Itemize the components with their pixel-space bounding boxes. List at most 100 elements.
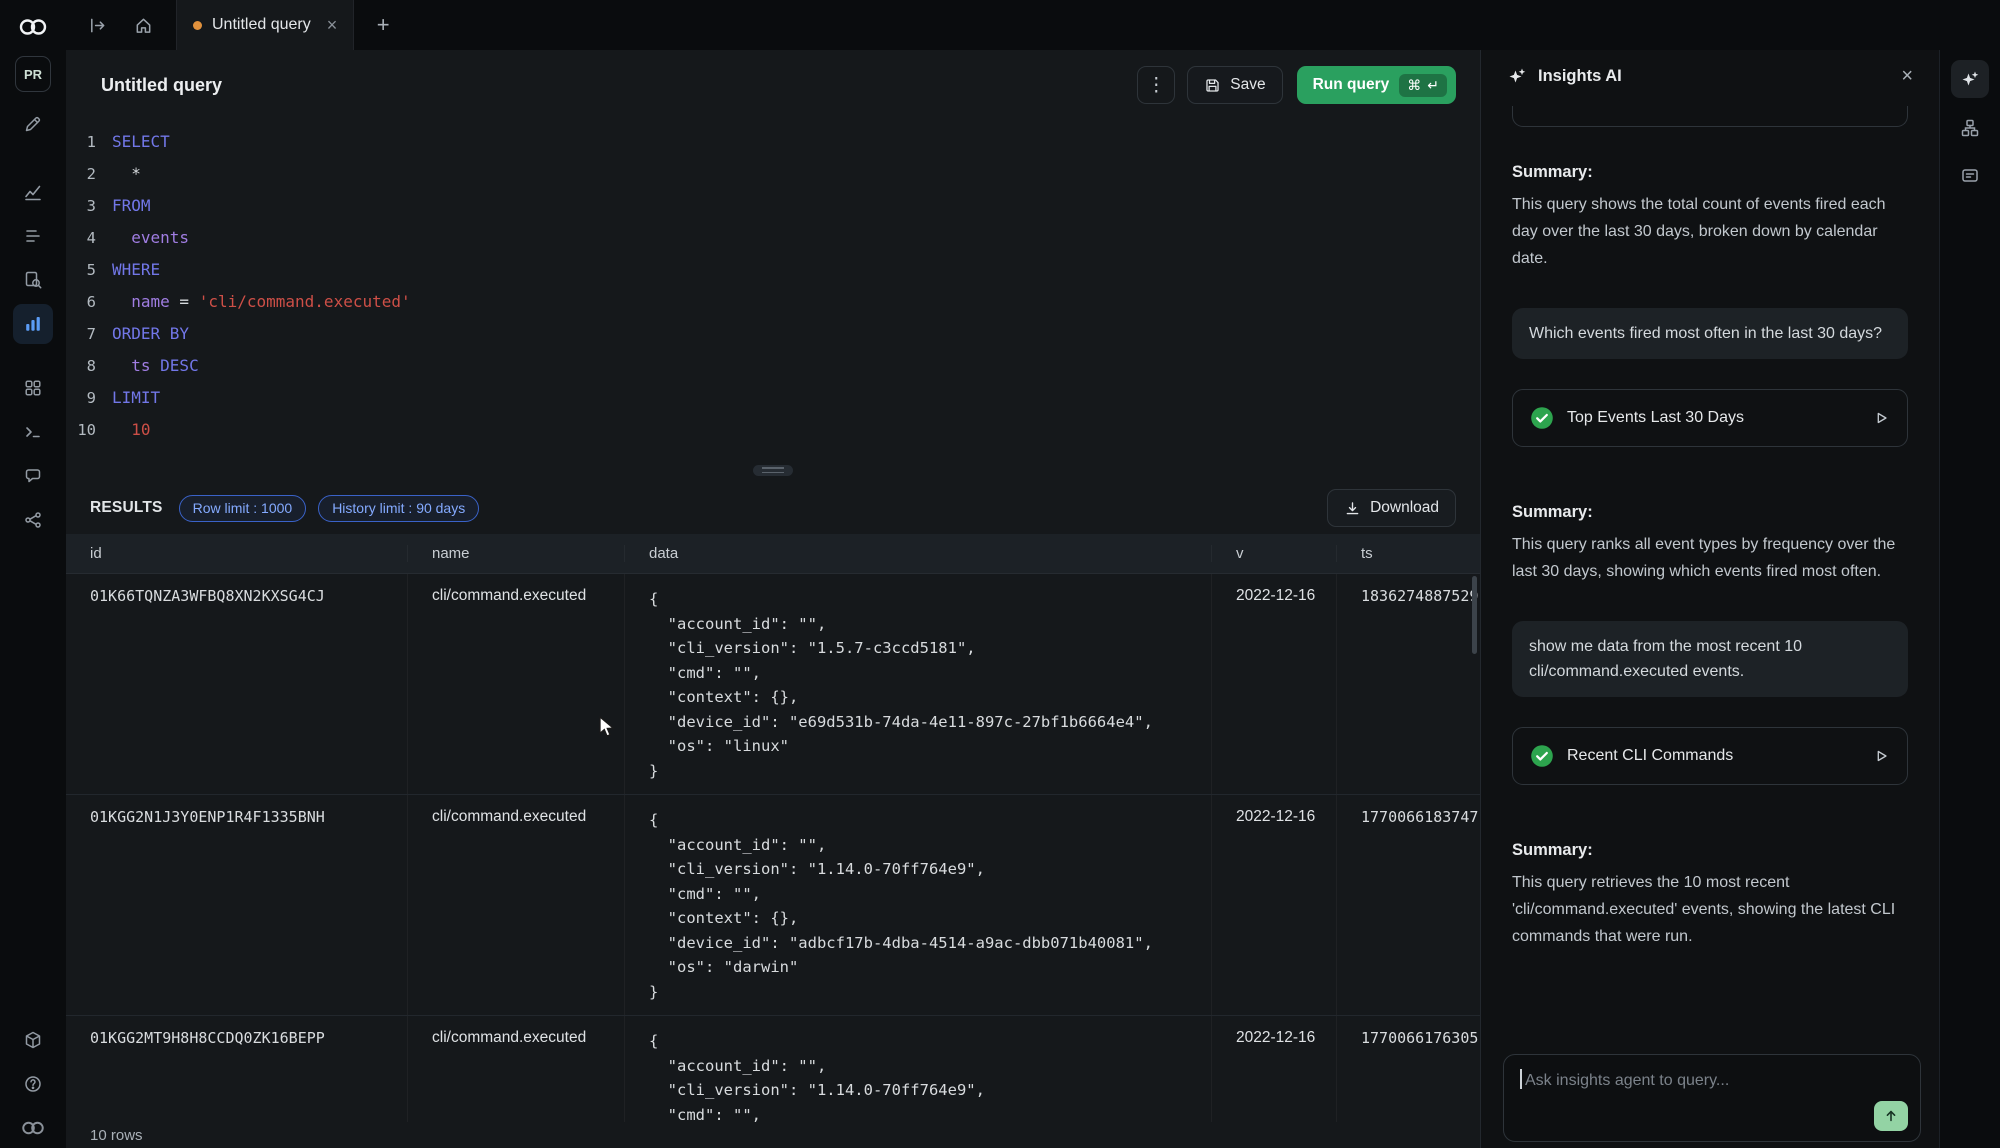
sql-string: 'cli/command.executed' — [199, 286, 411, 318]
project-badge[interactable]: PR — [15, 56, 51, 92]
code-line: 3FROM — [66, 190, 1480, 222]
column-header-ts[interactable]: ts — [1336, 545, 1480, 562]
insights-title: Insights AI — [1538, 67, 1622, 86]
code-line: 9LIMIT — [66, 382, 1480, 414]
tab-untitled-query[interactable]: Untitled query × — [176, 0, 354, 50]
user-message: show me data from the most recent 10 cli… — [1512, 621, 1908, 697]
app-window: PR — [0, 0, 2000, 1148]
cell-v: 2022-12-16 — [1211, 574, 1336, 794]
tab-close-icon[interactable]: × — [327, 16, 338, 34]
trend-chart-icon[interactable] — [13, 172, 53, 212]
sidebar-toggle-icon[interactable] — [74, 0, 120, 50]
sql-keyword: DESC — [151, 350, 199, 382]
more-options-icon[interactable]: ⋮ — [1137, 66, 1175, 104]
input-placeholder: Ask insights agent to query... — [1525, 1072, 1729, 1089]
line-number: 6 — [66, 286, 112, 318]
sql-identifier: ts — [112, 350, 151, 382]
row-count-footer: 10 rows — [66, 1122, 1480, 1148]
column-header-name[interactable]: name — [407, 545, 624, 562]
line-number: 9 — [66, 382, 112, 414]
summary-text: This query ranks all event types by freq… — [1512, 531, 1908, 585]
sql-editor-icon[interactable] — [13, 104, 53, 144]
column-header-id[interactable]: id — [66, 545, 407, 562]
sql-keyword: LIMIT — [112, 382, 160, 414]
check-circle-icon — [1530, 406, 1554, 430]
chat-icon[interactable] — [13, 456, 53, 496]
play-icon[interactable] — [1872, 747, 1890, 765]
pipeline-icon[interactable] — [13, 500, 53, 540]
cell-name: cli/command.executed — [407, 574, 624, 794]
sidebar-bottom — [13, 1020, 53, 1148]
page-title: Untitled query — [101, 75, 222, 96]
history-limit-badge[interactable]: History limit : 90 days — [318, 495, 479, 522]
summary-text: This query shows the total count of even… — [1512, 191, 1908, 272]
resize-handle[interactable] — [753, 465, 793, 476]
download-icon — [1344, 500, 1361, 517]
sql-keyword: ORDER BY — [112, 318, 189, 350]
queries-icon[interactable] — [13, 304, 53, 344]
query-panel: Untitled query ⋮ Save Run query — [66, 50, 1480, 1148]
summary-label: Summary: — [1512, 503, 1908, 522]
terminal-icon[interactable] — [13, 412, 53, 452]
cell-id: 01KGG2MT9H8H8CCDQ0ZK16BEPP — [66, 1016, 407, 1122]
insights-conversation[interactable]: Summary: This query shows the total coun… — [1481, 102, 1939, 1044]
insights-ai-icon[interactable] — [1951, 60, 1989, 98]
new-tab-button[interactable]: + — [360, 0, 406, 50]
help-icon[interactable] — [13, 1064, 53, 1104]
column-header-v[interactable]: v — [1211, 545, 1336, 562]
feedback-icon[interactable] — [1951, 158, 1989, 196]
user-message: Which events fired most often in the las… — [1512, 308, 1908, 359]
package-icon[interactable] — [13, 1020, 53, 1060]
text-caret — [1520, 1069, 1522, 1089]
cell-v: 2022-12-16 — [1211, 795, 1336, 1015]
summary-label: Summary: — [1512, 163, 1908, 182]
workspace-column: Untitled query × + Untitled query ⋮ — [66, 0, 2000, 1148]
home-icon[interactable] — [120, 0, 166, 50]
save-icon — [1204, 77, 1221, 94]
results-table-header: id name data v ts — [66, 534, 1480, 574]
table-row[interactable]: 01K66TQNZA3WFBQ8XN2KXSG4CJ cli/command.e… — [66, 574, 1480, 795]
schema-tree-icon[interactable] — [1951, 109, 1989, 147]
code-line: 6 name = 'cli/command.executed' — [66, 286, 1480, 318]
close-panel-icon[interactable]: × — [1901, 66, 1913, 86]
line-number: 10 — [66, 414, 112, 446]
unsaved-dot — [193, 21, 202, 30]
cell-name: cli/command.executed — [407, 795, 624, 1015]
ai-prompt-input[interactable]: Ask insights agent to query... — [1503, 1054, 1921, 1142]
run-query-button[interactable]: Run query ⌘ ↵ — [1297, 66, 1456, 104]
download-button[interactable]: Download — [1327, 489, 1456, 527]
left-sidebar: PR — [0, 0, 66, 1148]
explore-data-icon[interactable] — [13, 260, 53, 300]
table-row[interactable]: 01KGG2N1J3Y0ENP1R4F1335BNH cli/command.e… — [66, 795, 1480, 1016]
row-count: 10 rows — [90, 1127, 143, 1144]
line-number: 2 — [66, 158, 112, 190]
summary-label: Summary: — [1512, 841, 1908, 860]
query-header: Untitled query ⋮ Save Run query — [66, 50, 1480, 120]
query-result-card[interactable]: Top Events Last 30 Days — [1512, 389, 1908, 447]
cell-name: cli/command.executed — [407, 1016, 624, 1122]
summary-text: This query retrieves the 10 most recent … — [1512, 869, 1908, 950]
run-query-label: Run query — [1313, 76, 1390, 94]
code-line: 5WHERE — [66, 254, 1480, 286]
row-limit-badge[interactable]: Row limit : 1000 — [179, 495, 307, 522]
line-number: 7 — [66, 318, 112, 350]
list-icon[interactable] — [13, 216, 53, 256]
column-header-data[interactable]: data — [624, 545, 1211, 562]
code-line: 1SELECT — [66, 126, 1480, 158]
save-button[interactable]: Save — [1187, 66, 1282, 104]
apps-grid-icon[interactable] — [13, 368, 53, 408]
sql-editor[interactable]: 1SELECT 2 * 3FROM 4 events 5WHERE 6 name… — [66, 120, 1480, 458]
line-number: 3 — [66, 190, 112, 222]
insights-header: Insights AI × — [1481, 50, 1939, 102]
query-result-card[interactable]: Recent CLI Commands — [1512, 727, 1908, 785]
results-table-body: 01K66TQNZA3WFBQ8XN2KXSG4CJ cli/command.e… — [66, 574, 1480, 1122]
send-button[interactable] — [1874, 1101, 1908, 1131]
table-row[interactable]: 01KGG2MT9H8H8CCDQ0ZK16BEPP cli/command.e… — [66, 1016, 1480, 1122]
table-scrollbar[interactable] — [1472, 576, 1477, 654]
enter-key-icon: ↵ — [1427, 77, 1439, 94]
cmd-key-icon: ⌘ — [1407, 77, 1421, 94]
play-icon[interactable] — [1872, 409, 1890, 427]
query-card-title: Top Events Last 30 Days — [1567, 409, 1859, 427]
cell-id: 01K66TQNZA3WFBQ8XN2KXSG4CJ — [66, 574, 407, 794]
cell-data: { "account_id": "", "cli_version": "1.14… — [624, 795, 1211, 1015]
